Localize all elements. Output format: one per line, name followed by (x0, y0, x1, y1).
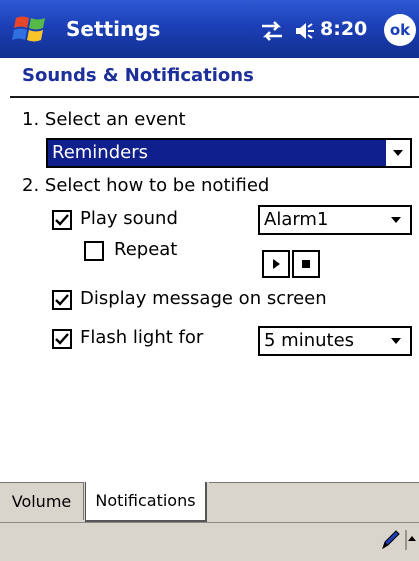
stop-icon (302, 260, 310, 268)
flash-duration-value: 5 minutes (264, 330, 355, 351)
screen: Settings 8:20 ok Sounds & Notifications … (0, 0, 419, 561)
flash-duration-select[interactable]: 5 minutes (258, 326, 412, 356)
play-icon (273, 259, 280, 269)
title-bar: Settings 8:20 ok (0, 0, 419, 58)
event-select[interactable]: Reminders (46, 138, 412, 168)
sound-select[interactable]: Alarm1 (258, 205, 412, 235)
play-sound-checkbox[interactable] (52, 210, 72, 230)
step2-label: 2. Select how to be notified (22, 175, 270, 196)
speaker-icon[interactable] (294, 20, 316, 42)
app-title: Settings (66, 17, 161, 41)
chevron-down-icon[interactable] (384, 207, 408, 233)
stop-button[interactable] (292, 250, 320, 278)
heading-divider (10, 96, 419, 98)
flash-light-label: Flash light for (80, 327, 204, 348)
repeat-checkbox[interactable] (84, 241, 104, 261)
event-select-value: Reminders (48, 140, 386, 166)
tab-strip: Volume Notifications (0, 482, 419, 522)
windows-flag-icon[interactable] (12, 12, 52, 46)
play-sound-label: Play sound (80, 208, 178, 229)
chevron-down-icon[interactable] (384, 328, 408, 354)
command-bar (0, 522, 419, 561)
checkmark-icon (55, 333, 69, 345)
ok-button[interactable]: ok (384, 14, 416, 46)
page-title: Sounds & Notifications (22, 65, 254, 86)
sound-select-value: Alarm1 (264, 209, 329, 230)
display-message-label: Display message on screen (80, 288, 327, 309)
tab-volume[interactable]: Volume (0, 482, 84, 520)
clock[interactable]: 8:20 (320, 14, 367, 44)
tab-strip-rule (209, 482, 419, 483)
checkmark-icon (55, 294, 69, 306)
step1-label: 1. Select an event (22, 109, 186, 130)
play-button[interactable] (262, 250, 290, 278)
flash-light-checkbox[interactable] (52, 329, 72, 349)
tab-notifications[interactable]: Notifications (85, 482, 207, 522)
display-message-checkbox[interactable] (52, 290, 72, 310)
input-panel-arrow-icon[interactable] (405, 528, 419, 552)
chevron-down-icon[interactable] (386, 140, 410, 166)
checkmark-icon (55, 214, 69, 226)
repeat-label: Repeat (114, 239, 178, 260)
connectivity-icon[interactable] (258, 20, 286, 42)
pen-icon[interactable] (380, 528, 402, 552)
